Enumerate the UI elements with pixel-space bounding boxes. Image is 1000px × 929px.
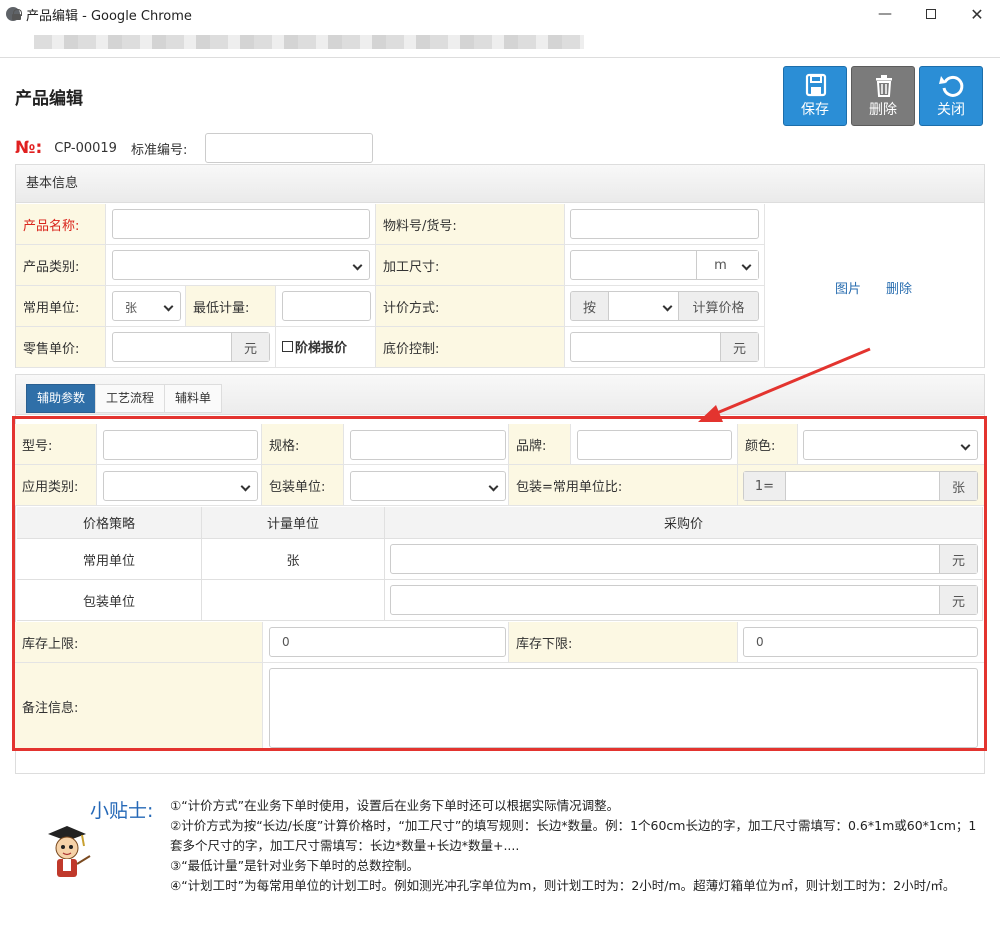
tips-content: ①“计价方式”在业务下单时使用，设置后在业务下单时还可以根据实际情况调整。 ②计… bbox=[170, 796, 985, 896]
close-window-button[interactable]: ✕ bbox=[954, 0, 1000, 28]
minimize-button[interactable]: — bbox=[862, 0, 908, 28]
tips-title: 小贴士: bbox=[90, 800, 154, 822]
pricing-group: 按 计算价格 bbox=[570, 291, 759, 321]
lock-icon bbox=[12, 9, 22, 20]
tab-aux-params[interactable]: 辅助参数 bbox=[26, 384, 97, 413]
save-label: 保存 bbox=[801, 102, 829, 118]
tab-process-flow[interactable]: 工艺流程 bbox=[95, 384, 166, 413]
calc-price-button[interactable]: 计算价格 bbox=[678, 292, 758, 320]
product-name-label: 产品名称: bbox=[16, 204, 106, 245]
unit-select[interactable]: 张 bbox=[112, 291, 181, 321]
product-number: CP-00019 bbox=[54, 140, 117, 156]
tab-materials[interactable]: 辅料单 bbox=[164, 384, 223, 413]
pricing-label: 计价方式: bbox=[376, 286, 565, 327]
floor-price-label: 底价控制: bbox=[376, 327, 565, 368]
retail-price-input[interactable]: 元 bbox=[112, 332, 270, 362]
floppy-icon bbox=[805, 73, 827, 97]
annotation-arrow bbox=[698, 347, 871, 422]
material-input[interactable] bbox=[570, 209, 759, 239]
close-label: 关闭 bbox=[937, 102, 965, 118]
delete-label: 删除 bbox=[869, 102, 897, 118]
retail-yuan-addon: 元 bbox=[231, 333, 269, 361]
chevron-down-icon bbox=[662, 301, 673, 312]
chevron-down-icon bbox=[741, 260, 752, 271]
pricing-select[interactable] bbox=[609, 292, 679, 320]
unit-label: 常用单位: bbox=[16, 286, 106, 327]
delete-button[interactable]: 删除 bbox=[851, 66, 915, 126]
basic-info-title: 基本信息 bbox=[16, 165, 984, 203]
size-unit-value: m bbox=[714, 257, 727, 273]
teacher-mascot-icon bbox=[48, 826, 91, 877]
basic-info-panel: 基本信息 产品名称: 物料号/货号: 产品类别: 加工尺寸: m 常用单位: 张… bbox=[15, 164, 985, 368]
std-number-label: 标准编号: bbox=[130, 142, 188, 158]
tip-line: ③“最低计量”是针对业务下单时的总数控制。 bbox=[170, 858, 420, 873]
delete-image-link[interactable]: 删除 bbox=[886, 278, 912, 297]
retail-price-label: 零售单价: bbox=[16, 327, 106, 368]
trash-icon bbox=[876, 75, 892, 97]
tip-line: ②计价方式为按“长边/长度”计算价格时，“加工尺寸”的填写规则：长边*数量。例：… bbox=[170, 818, 977, 853]
refresh-icon bbox=[939, 75, 964, 97]
page-title: 产品编辑 bbox=[15, 89, 83, 109]
product-name-input[interactable] bbox=[112, 209, 370, 239]
tier-price-label: 阶梯报价 bbox=[295, 341, 348, 356]
number-row: №: CP-00019 标准编号: bbox=[15, 133, 187, 163]
blurred-url bbox=[34, 35, 584, 49]
min-measure-label: 最低计量: bbox=[186, 286, 276, 327]
material-label: 物料号/货号: bbox=[376, 204, 565, 245]
tip-line: ④“计划工时”为每常用单位的计划工时。例如测光冲孔字单位为m，则计划工时为：2小… bbox=[170, 878, 956, 893]
window-title: 产品编辑 - Google Chrome bbox=[26, 8, 192, 24]
chevron-down-icon bbox=[163, 301, 174, 312]
tier-price-checkbox[interactable]: 阶梯报价 bbox=[282, 337, 347, 356]
size-input[interactable]: m bbox=[570, 250, 759, 280]
chevron-down-icon bbox=[352, 260, 363, 271]
category-label: 产品类别: bbox=[16, 245, 106, 286]
tab-strip: 辅助参数 工艺流程 辅料单 bbox=[26, 384, 223, 413]
highlight-box bbox=[12, 416, 987, 751]
unit-value: 张 bbox=[125, 301, 138, 315]
tip-line: ①“计价方式”在业务下单时使用，设置后在业务下单时还可以根据实际情况调整。 bbox=[170, 798, 620, 813]
browser-titlebar: 产品编辑 - Google Chrome bbox=[0, 0, 1000, 28]
std-number-input[interactable] bbox=[205, 133, 373, 163]
min-measure-input[interactable] bbox=[282, 291, 371, 321]
maximize-button[interactable] bbox=[908, 0, 954, 28]
pricing-prefix: 按 bbox=[571, 292, 609, 320]
category-select[interactable] bbox=[112, 250, 370, 280]
checkbox-icon[interactable] bbox=[282, 341, 293, 352]
image-link[interactable]: 图片 bbox=[835, 278, 861, 297]
size-unit-select[interactable]: m bbox=[696, 251, 758, 279]
close-button[interactable]: 关闭 bbox=[919, 66, 983, 126]
save-button[interactable]: 保存 bbox=[783, 66, 847, 126]
number-symbol: №: bbox=[15, 138, 43, 158]
size-label: 加工尺寸: bbox=[376, 245, 565, 286]
